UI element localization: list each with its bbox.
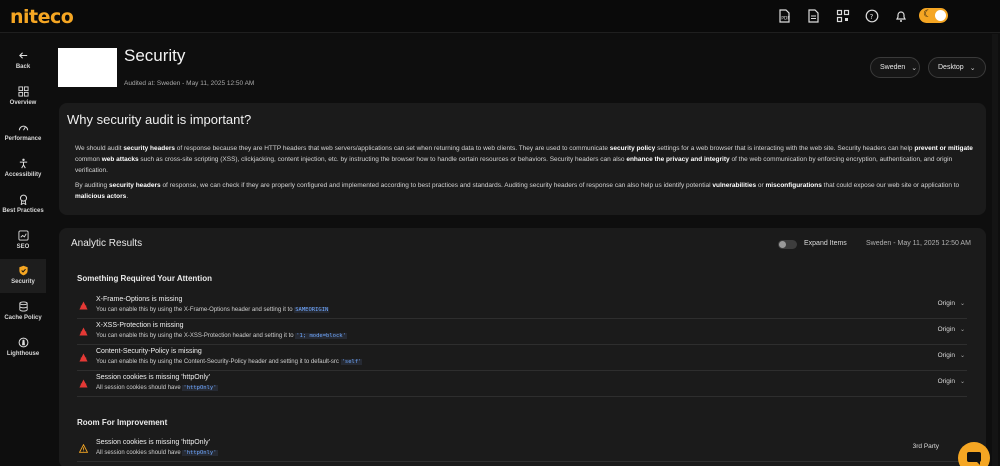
bell-icon[interactable]	[894, 8, 908, 24]
audit-row[interactable]: Session cookies is missing 'httpOnly' Al…	[77, 436, 967, 462]
sidebar-item-lighthouse[interactable]: Lighthouse	[0, 331, 46, 365]
country-dropdown[interactable]: Sweden ⌄	[870, 57, 920, 78]
shield-icon	[0, 263, 46, 277]
svg-text:?: ?	[870, 13, 874, 21]
audited-at-text: Audited at: Sweden - May 11, 2025 12:50 …	[124, 80, 255, 87]
sidebar-item-label: Lighthouse	[6, 351, 40, 357]
why-paragraph-2: By auditing security headers of response…	[75, 182, 960, 200]
sidebar-item-performance[interactable]: Performance	[0, 116, 46, 150]
country-dropdown-value: Sweden	[880, 64, 906, 71]
audit-title: Content-Security-Policy is missing	[96, 348, 202, 355]
results-date: Sweden - May 11, 2025 12:50 AM	[866, 240, 971, 247]
sidebar-item-label: Overview	[9, 100, 37, 106]
audit-description: You can enable this by using the X-Frame…	[96, 307, 330, 313]
sidebar-item-label: Accessibility	[4, 172, 42, 178]
audit-title: X-Frame-Options is missing	[96, 296, 183, 303]
database-icon	[0, 299, 46, 313]
audit-description: All session cookies should have 'httpOnl…	[96, 385, 218, 391]
audit-source-tag[interactable]: Origin ⌄	[938, 352, 965, 359]
error-icon	[79, 301, 88, 310]
warning-icon	[79, 444, 88, 453]
audit-row[interactable]: X-XSS-Protection is missing You can enab…	[77, 319, 967, 345]
scrollbar[interactable]	[992, 34, 998, 466]
arrow-left-icon	[0, 48, 46, 62]
why-paragraph-1: We should audit security headers of resp…	[75, 145, 973, 174]
sidebar-item-label: Best Practices	[2, 208, 44, 214]
audit-description: You can enable this by using the X-XSS-P…	[96, 333, 347, 339]
sidebar-item-label: Back	[15, 64, 31, 70]
sidebar-item-label: Security	[11, 279, 35, 285]
sidebar-item-label: SEO	[16, 244, 30, 250]
chevron-down-icon: ⌄	[911, 63, 918, 72]
site-thumbnail	[58, 48, 117, 87]
chevron-down-icon: ⌄	[959, 326, 965, 333]
device-dropdown-value: Desktop	[938, 64, 964, 71]
expand-items-toggle[interactable]	[778, 240, 797, 249]
qr-grid-icon[interactable]	[836, 8, 850, 24]
sidebar-item-accessibility[interactable]: Accessibility	[0, 152, 46, 186]
niteco-logo[interactable]: niteco	[10, 6, 74, 28]
chevron-down-icon: ⌄	[959, 378, 965, 385]
svg-text:PDF: PDF	[781, 16, 790, 22]
chevron-down-icon: ⌄	[959, 352, 965, 359]
help-icon[interactable]: ?	[865, 8, 879, 24]
audit-row[interactable]: X-Frame-Options is missing You can enabl…	[77, 293, 967, 319]
seo-icon	[0, 228, 46, 242]
chat-bubble-icon[interactable]	[958, 442, 990, 466]
analytic-results-card: Analytic Results Expand Items Sweden - M…	[59, 228, 986, 466]
why-security-card: Why security audit is important? We shou…	[59, 103, 986, 215]
error-icon	[79, 353, 88, 362]
results-title: Analytic Results	[71, 238, 143, 249]
device-dropdown[interactable]: Desktop ⌄	[928, 57, 986, 78]
theme-toggle[interactable]: ☾	[919, 8, 948, 23]
sidebar-item-label: Performance	[4, 136, 42, 142]
pdf-file-icon[interactable]: PDF	[777, 8, 791, 24]
sidebar-item-label: Cache Policy	[4, 315, 42, 321]
error-icon	[79, 379, 88, 388]
sidebar-item-seo[interactable]: SEO	[0, 224, 46, 258]
sidebar-item-best-practices[interactable]: Best Practices	[0, 188, 46, 222]
audit-title: X-XSS-Protection is missing	[96, 322, 184, 329]
audit-title: Session cookies is missing 'httpOnly'	[96, 374, 210, 381]
audit-row[interactable]: Session cookies is missing 'httpOnly' Al…	[77, 371, 967, 397]
audit-row[interactable]: Content-Security-Policy is missing You c…	[77, 345, 967, 371]
chevron-down-icon: ⌄	[959, 300, 965, 307]
audit-description: All session cookies should have 'httpOnl…	[96, 450, 218, 456]
why-title: Why security audit is important?	[67, 112, 252, 127]
sidebar-item-cache-policy[interactable]: Cache Policy	[0, 295, 46, 329]
grid-icon	[0, 84, 46, 98]
document-icon[interactable]	[806, 8, 820, 24]
speedometer-icon	[0, 120, 46, 134]
sidebar-item-overview[interactable]: Overview	[0, 80, 46, 114]
award-icon	[0, 192, 46, 206]
page-title: Security	[124, 46, 186, 65]
audit-title: Session cookies is missing 'httpOnly'	[96, 439, 210, 446]
audit-source-tag[interactable]: Origin ⌄	[938, 300, 965, 307]
moon-icon: ☾	[923, 9, 932, 20]
chevron-down-icon: ⌄	[969, 63, 976, 72]
section-improvement-title: Room For Improvement	[77, 418, 168, 427]
sidebar: Back Overview Performance Accessibility …	[0, 34, 46, 466]
audit-source-tag[interactable]: Origin ⌄	[938, 326, 965, 333]
sidebar-item-back[interactable]: Back	[0, 44, 46, 78]
audit-source-tag[interactable]: Origin ⌄	[938, 378, 965, 385]
section-attention-title: Something Required Your Attention	[77, 274, 212, 283]
audit-description: You can enable this by using the Content…	[96, 359, 363, 365]
person-icon	[0, 156, 46, 170]
top-bar: niteco PDF ? ☾	[0, 0, 1000, 33]
error-icon	[79, 327, 88, 336]
sidebar-item-security[interactable]: Security	[0, 259, 46, 293]
expand-items-label: Expand Items	[804, 240, 847, 247]
audit-source-tag[interactable]: 3rd Party	[913, 443, 939, 450]
lighthouse-icon	[0, 335, 46, 349]
